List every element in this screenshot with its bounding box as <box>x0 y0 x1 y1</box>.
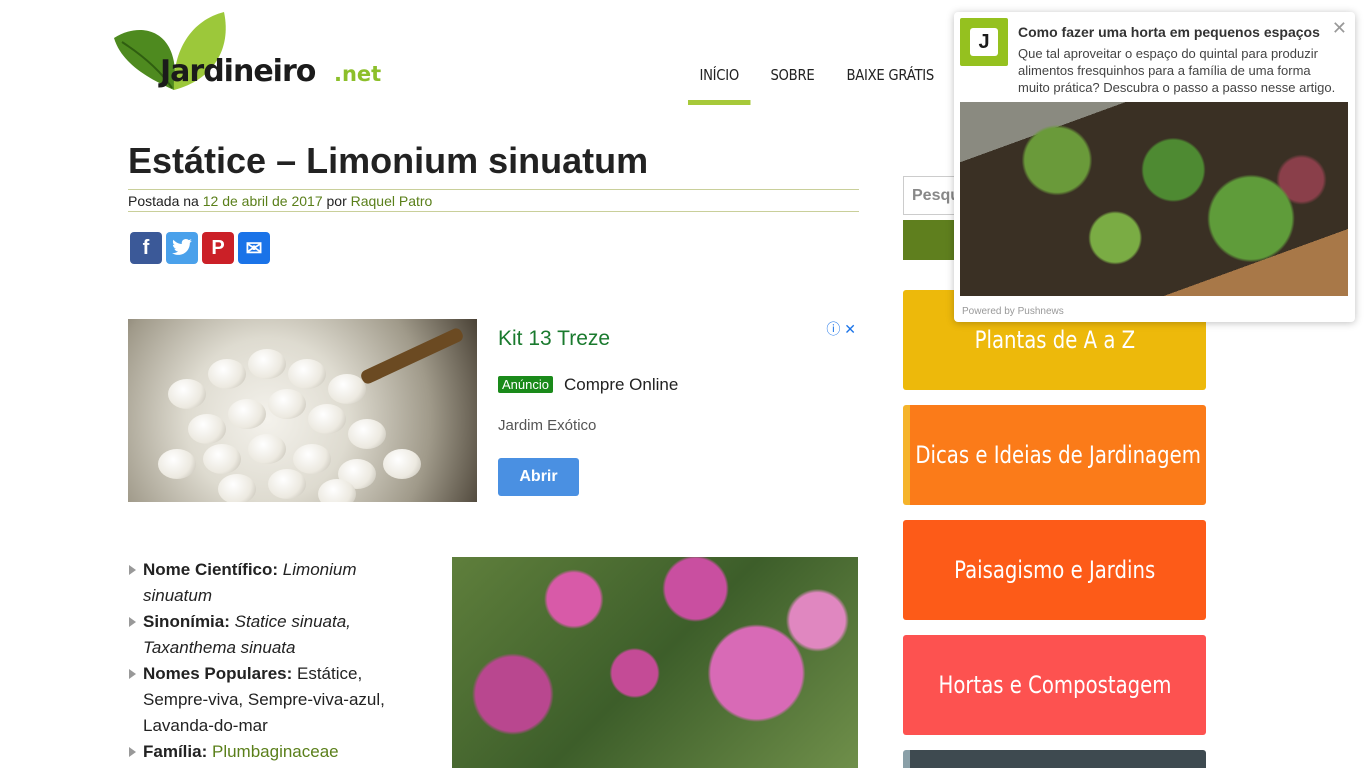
list-item: Família: Plumbaginaceae <box>128 739 428 765</box>
facebook-share-icon[interactable]: f <box>130 232 162 264</box>
meta-prefix: Postada na <box>128 193 199 209</box>
nav-item-sobre[interactable]: SOBRE <box>759 58 826 105</box>
post-meta: Postada na 12 de abril de 2017 por Raque… <box>128 189 859 212</box>
list-item: Sinonímia: Statice sinuata, Taxanthema s… <box>128 609 428 661</box>
page-title: Estátice – Limonium sinuatum <box>128 140 649 181</box>
pinterest-share-icon[interactable]: P <box>202 232 234 264</box>
notification-image[interactable] <box>960 102 1348 296</box>
category-label: Plantas de A a Z <box>974 326 1135 354</box>
fact-label: Nome Científico: <box>143 560 279 579</box>
twitter-share-icon[interactable] <box>166 232 198 264</box>
category-label: Hortas e Compostagem <box>938 671 1171 699</box>
share-bar: f P ✉ <box>130 232 270 264</box>
author-link[interactable]: Raquel Patro <box>351 193 433 209</box>
ad-banner[interactable]: Kit 13 Treze Anúncio Compre Online Jardi… <box>128 319 858 502</box>
ad-image[interactable] <box>128 319 477 502</box>
nav-item-inicio[interactable]: INÍCIO <box>688 58 751 105</box>
category-label: Paisagismo e Jardins <box>953 556 1156 584</box>
ad-brand: Jardim Exótico <box>498 417 597 434</box>
plant-photo <box>452 557 858 768</box>
fact-label: Nomes Populares: <box>143 664 293 683</box>
category-next[interactable] <box>903 750 1206 768</box>
plant-facts-list: Nome Científico: Limonium sinuatum Sinon… <box>128 557 428 765</box>
push-notification[interactable]: J Como fazer uma horta em pequenos espaç… <box>954 12 1355 322</box>
ad-open-button[interactable]: Abrir <box>498 458 579 496</box>
close-icon[interactable]: ✕ <box>1332 18 1347 39</box>
list-item: Nome Científico: Limonium sinuatum <box>128 557 428 609</box>
notification-title: Como fazer uma horta em pequenos espaços <box>1018 24 1320 40</box>
category-hortas[interactable]: Hortas e Compostagem <box>903 635 1206 735</box>
main-nav: INÍCIO SOBRE BAIXE GRÁTIS LI <box>688 58 999 106</box>
logo-suffix: .net <box>334 62 382 86</box>
email-share-icon[interactable]: ✉ <box>238 232 270 264</box>
post-date-link[interactable]: 12 de abril de 2017 <box>203 193 323 209</box>
notification-body: Que tal aproveitar o espaço do quintal p… <box>1018 46 1336 95</box>
ad-title[interactable]: Kit 13 Treze <box>498 327 610 351</box>
ad-info-close-icon[interactable]: ⓘ ✕ <box>826 319 856 339</box>
family-link[interactable]: Plumbaginaceae <box>212 742 339 761</box>
category-paisagismo[interactable]: Paisagismo e Jardins <box>903 520 1206 620</box>
category-label: Dicas e Ideias de Jardinagem <box>915 441 1201 469</box>
fact-label: Família: <box>143 742 208 761</box>
jardineiro-app-icon: J <box>960 18 1008 66</box>
nav-item-baixe-gratis[interactable]: BAIXE GRÁTIS <box>835 58 945 105</box>
fact-label: Sinonímia: <box>143 612 230 631</box>
logo-text: Jardineiro <box>160 54 316 89</box>
notification-footer: Powered by Pushnews <box>962 306 1064 317</box>
list-item: Nomes Populares: Estátice, Sempre-viva, … <box>128 661 428 739</box>
ad-subtitle[interactable]: Compre Online <box>564 375 678 395</box>
category-dicas[interactable]: Dicas e Ideias de Jardinagem <box>903 405 1206 505</box>
meta-by: por <box>326 193 347 209</box>
ad-badge: Anúncio <box>498 376 553 393</box>
site-logo[interactable]: Jardineiro .net <box>112 10 381 96</box>
